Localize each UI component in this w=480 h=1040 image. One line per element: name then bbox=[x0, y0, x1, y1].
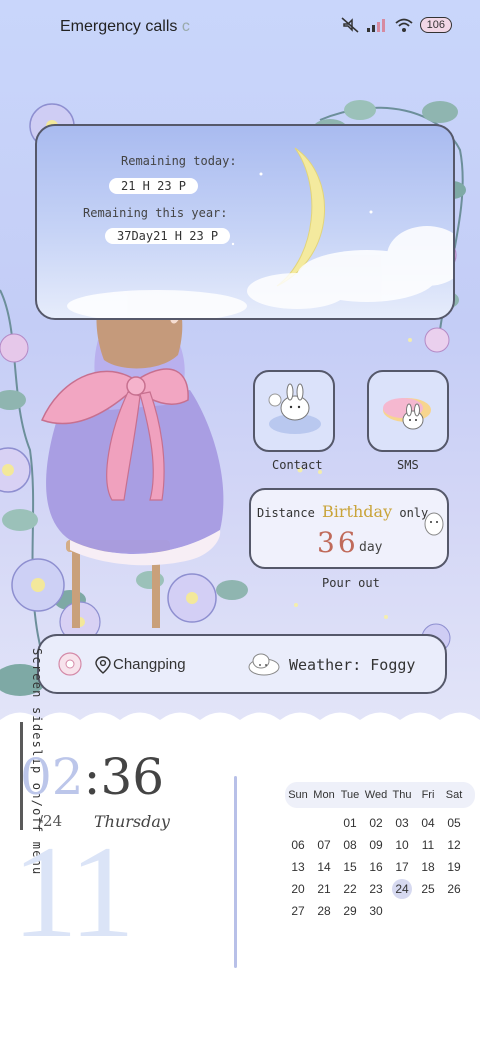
calendar-day[interactable]: 03 bbox=[389, 812, 415, 834]
calendar-day[interactable]: 12 bbox=[441, 834, 467, 856]
calendar-day[interactable]: 21 bbox=[311, 878, 337, 900]
calendar-day[interactable]: 18 bbox=[415, 856, 441, 878]
weekday-label: Tue bbox=[340, 789, 360, 801]
remaining-year-label: Remaining this year: bbox=[83, 206, 228, 220]
calendar-day[interactable]: 04 bbox=[415, 812, 441, 834]
calendar-day-today[interactable]: 24 bbox=[392, 879, 412, 899]
calendar-day bbox=[285, 812, 311, 834]
vertical-divider bbox=[234, 776, 237, 968]
weekday-label: Mon bbox=[313, 789, 335, 801]
wallpaper bbox=[0, 0, 480, 720]
calendar-day[interactable]: 10 bbox=[389, 834, 415, 856]
battery-icon: 106 bbox=[419, 17, 452, 33]
calendar-day[interactable]: 06 bbox=[285, 834, 311, 856]
calendar-day bbox=[311, 812, 337, 834]
calendar-day[interactable]: 05 bbox=[441, 812, 467, 834]
cloud-border bbox=[0, 712, 480, 720]
birthday-prefix: Distance bbox=[257, 506, 315, 520]
remaining-today-label: Remaining today: bbox=[121, 154, 237, 168]
flower-badge-icon bbox=[58, 652, 82, 676]
calendar-day bbox=[389, 900, 415, 922]
calendar-day[interactable]: 22 bbox=[337, 878, 363, 900]
contact-app-label: Contact bbox=[272, 458, 323, 472]
calendar-day[interactable]: 20 bbox=[285, 878, 311, 900]
calendar-day[interactable]: 15 bbox=[337, 856, 363, 878]
calendar-day[interactable]: 02 bbox=[363, 812, 389, 834]
carrier-label: Emergency calls bbox=[60, 18, 178, 35]
calendar-day[interactable]: 17 bbox=[389, 856, 415, 878]
weekday-label: Thu bbox=[392, 789, 412, 801]
carrier-fade: c bbox=[181, 18, 190, 35]
big-day-number: 11 bbox=[12, 818, 135, 965]
birthday-days-count: 36 bbox=[317, 526, 359, 559]
sms-app-label: SMS bbox=[397, 458, 419, 472]
wifi-icon bbox=[395, 18, 413, 32]
birthday-countdown-widget[interactable]: Distance Birthday only 36 day bbox=[249, 488, 449, 569]
status-icons: 106 bbox=[340, 16, 452, 34]
birthday-days-unit: day bbox=[359, 540, 383, 555]
signal-icon bbox=[366, 19, 385, 32]
weekday-label: Sun bbox=[288, 789, 308, 801]
calendar-day[interactable]: 01 bbox=[337, 812, 363, 834]
wallpaper-illustration bbox=[0, 100, 466, 696]
location-pin-icon bbox=[95, 656, 111, 674]
calendar-day bbox=[441, 900, 467, 922]
clock-time: 02:36 bbox=[20, 748, 164, 806]
carrier-text: Emergency calls c bbox=[60, 18, 190, 36]
calendar-day[interactable]: 07 bbox=[311, 834, 337, 856]
weekday-label: Wed bbox=[364, 789, 388, 801]
info-bar[interactable]: Changping Weather: Foggy bbox=[37, 634, 447, 694]
calendar-day[interactable]: 13 bbox=[285, 856, 311, 878]
bunny-cloud-icon bbox=[268, 383, 321, 434]
calendar-day[interactable]: 29 bbox=[337, 900, 363, 922]
countdown-widget[interactable]: Remaining today: 21 H 23 P Remaining thi… bbox=[35, 124, 455, 320]
birthday-highlight: Birthday bbox=[322, 502, 393, 521]
calendar-day bbox=[415, 900, 441, 922]
birthday-text: Distance Birthday only bbox=[257, 502, 428, 521]
location-text: Changping bbox=[113, 656, 186, 673]
calendar-day[interactable]: 27 bbox=[285, 900, 311, 922]
cloud-weather-icon bbox=[248, 653, 280, 676]
contact-app-button[interactable] bbox=[253, 370, 335, 452]
calendar-widget[interactable]: Sun Mon Tue Wed Thu Fri Sat 01 02 03 04 05 06… bbox=[285, 782, 475, 922]
calendar-day[interactable]: 08 bbox=[337, 834, 363, 856]
bunny-cushion-icon bbox=[383, 398, 431, 430]
calendar-day[interactable]: 28 bbox=[311, 900, 337, 922]
calendar-day[interactable]: 23 bbox=[363, 878, 389, 900]
calendar-weekday-header: Sun Mon Tue Wed Thu Fri Sat bbox=[285, 782, 475, 808]
calendar-day[interactable]: 25 bbox=[415, 878, 441, 900]
calendar-day[interactable]: 26 bbox=[441, 878, 467, 900]
clock-weekday: Thursday bbox=[94, 812, 170, 831]
ghost-bunny-icon bbox=[424, 512, 444, 536]
calendar-day[interactable]: 14 bbox=[311, 856, 337, 878]
status-bar: Emergency calls c 106 bbox=[0, 0, 480, 56]
clock-date: /24 bbox=[38, 812, 63, 830]
clock-hour: 02 bbox=[20, 748, 84, 806]
calendar-day[interactable]: 16 bbox=[363, 856, 389, 878]
moon-sky-illustration bbox=[67, 147, 453, 318]
clock-minute: :36 bbox=[83, 748, 165, 806]
calendar-day[interactable]: 30 bbox=[363, 900, 389, 922]
weather-text: Weather: Foggy bbox=[289, 656, 416, 674]
calendar-day[interactable]: 19 bbox=[441, 856, 467, 878]
remaining-today-value: 21 H 23 P bbox=[109, 178, 199, 194]
weekday-label: Sat bbox=[445, 789, 463, 801]
weekday-label: Fri bbox=[421, 789, 435, 801]
calendar-day[interactable]: 11 bbox=[415, 834, 441, 856]
remaining-year-value: 37Day21 H 23 P bbox=[105, 228, 231, 244]
mute-icon bbox=[341, 17, 359, 33]
calendar-day-grid: 01 02 03 04 05 06 07 08 09 10 11 12 13 14 15 16 17 18 19 20… bbox=[285, 812, 475, 922]
sms-app-button[interactable] bbox=[367, 370, 449, 452]
calendar-day[interactable]: 09 bbox=[363, 834, 389, 856]
pour-out-label[interactable]: Pour out bbox=[322, 576, 380, 590]
